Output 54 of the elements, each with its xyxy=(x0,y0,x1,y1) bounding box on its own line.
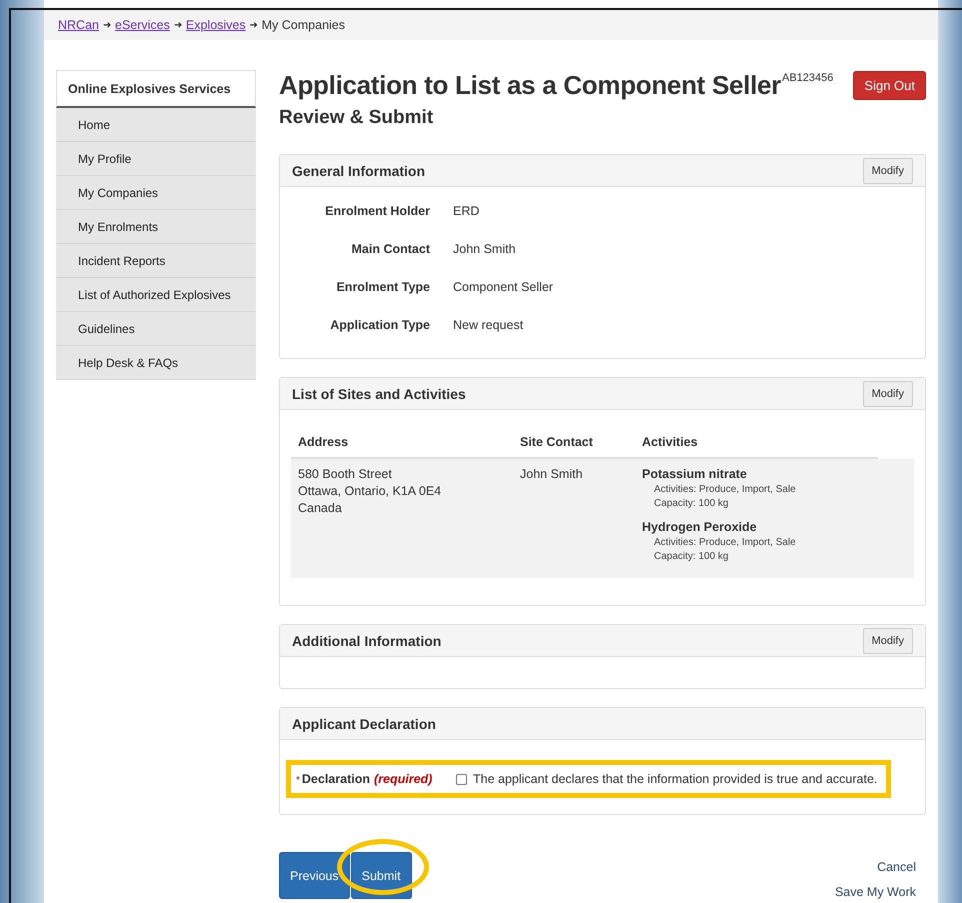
page-title: Application to List as a Component Seller xyxy=(279,70,781,101)
sidebar-item[interactable]: Help Desk & FAQs xyxy=(56,346,256,380)
submit-button[interactable]: Submit xyxy=(350,852,412,899)
declaration-text: The applicant declares that the information provided is true and accurate. xyxy=(473,772,878,786)
breadcrumb-link[interactable]: Explosives xyxy=(186,18,246,32)
substance-name: Hydrogen Peroxide xyxy=(642,519,758,536)
breadcrumb-link[interactable]: eServices xyxy=(115,18,170,32)
page-subtitle: Review & Submit xyxy=(279,107,434,129)
arrow-icon: ➜ xyxy=(250,19,258,31)
field-value: Component Seller xyxy=(453,280,554,294)
arrow-icon: ➜ xyxy=(103,19,111,31)
panel-title: Additional Information xyxy=(292,632,442,648)
sidebar-item[interactable]: Home xyxy=(56,108,256,142)
field-value: New request xyxy=(453,318,524,332)
breadcrumb-current: My Companies xyxy=(262,18,346,32)
sidebar-item[interactable]: My Companies xyxy=(56,176,256,210)
table-cell: John Smith xyxy=(513,459,635,578)
sign-out-button[interactable]: Sign Out xyxy=(853,71,926,100)
modify-button[interactable]: Modify xyxy=(862,628,913,654)
address-line: Canada xyxy=(298,500,343,517)
reference-number: AB123456 xyxy=(782,72,834,84)
declaration-label: Declaration xyxy=(302,772,370,786)
sidebar-item[interactable]: Guidelines xyxy=(56,312,256,346)
modify-button[interactable]: Modify xyxy=(862,158,913,184)
previous-button[interactable]: Previous xyxy=(279,852,350,899)
modify-button[interactable]: Modify xyxy=(862,380,913,406)
required-note: (required) xyxy=(374,772,432,786)
field-label: Enrolment Holder xyxy=(324,204,430,218)
field-value: John Smith xyxy=(453,242,517,256)
field-label: Enrolment Type xyxy=(335,280,430,294)
cancel-link[interactable]: Cancel xyxy=(877,860,916,874)
breadcrumb-link[interactable]: NRCan xyxy=(58,18,99,32)
sidebar-item[interactable]: My Profile xyxy=(56,142,256,176)
sidebar-item[interactable]: Incident Reports xyxy=(56,244,256,278)
required-asterisk: * xyxy=(296,775,300,786)
substance-detail: Activities: Produce, Import, Sale xyxy=(653,483,797,497)
panel-title: Applicant Declaration xyxy=(292,716,436,732)
substance-detail: Capacity: 100 kg xyxy=(653,497,730,511)
substance-detail: Capacity: 100 kg xyxy=(653,550,730,564)
substance-name: Potassium nitrate xyxy=(642,466,748,483)
address-line: 580 Booth Street xyxy=(298,466,393,483)
address-line: Ottawa, Ontario, K1A 0E4 xyxy=(298,483,442,500)
field-label: Main Contact xyxy=(350,242,430,256)
sidebar-item[interactable]: My Enrolments xyxy=(56,210,256,244)
field-label: Application Type xyxy=(329,318,430,332)
sidebar-item[interactable]: List of Authorized Explosives xyxy=(56,278,256,312)
sidebar-title: Online Explosives Services xyxy=(56,70,256,108)
field-value: ERD xyxy=(453,204,480,218)
panel-title: List of Sites and Activities xyxy=(292,386,466,402)
checkbox[interactable] xyxy=(456,774,467,784)
panel-title: General Information xyxy=(292,162,426,178)
substance-detail: Activities: Produce, Import, Sale xyxy=(653,536,797,550)
save-link[interactable]: Save My Work xyxy=(834,885,916,899)
arrow-icon: ➜ xyxy=(174,19,182,31)
